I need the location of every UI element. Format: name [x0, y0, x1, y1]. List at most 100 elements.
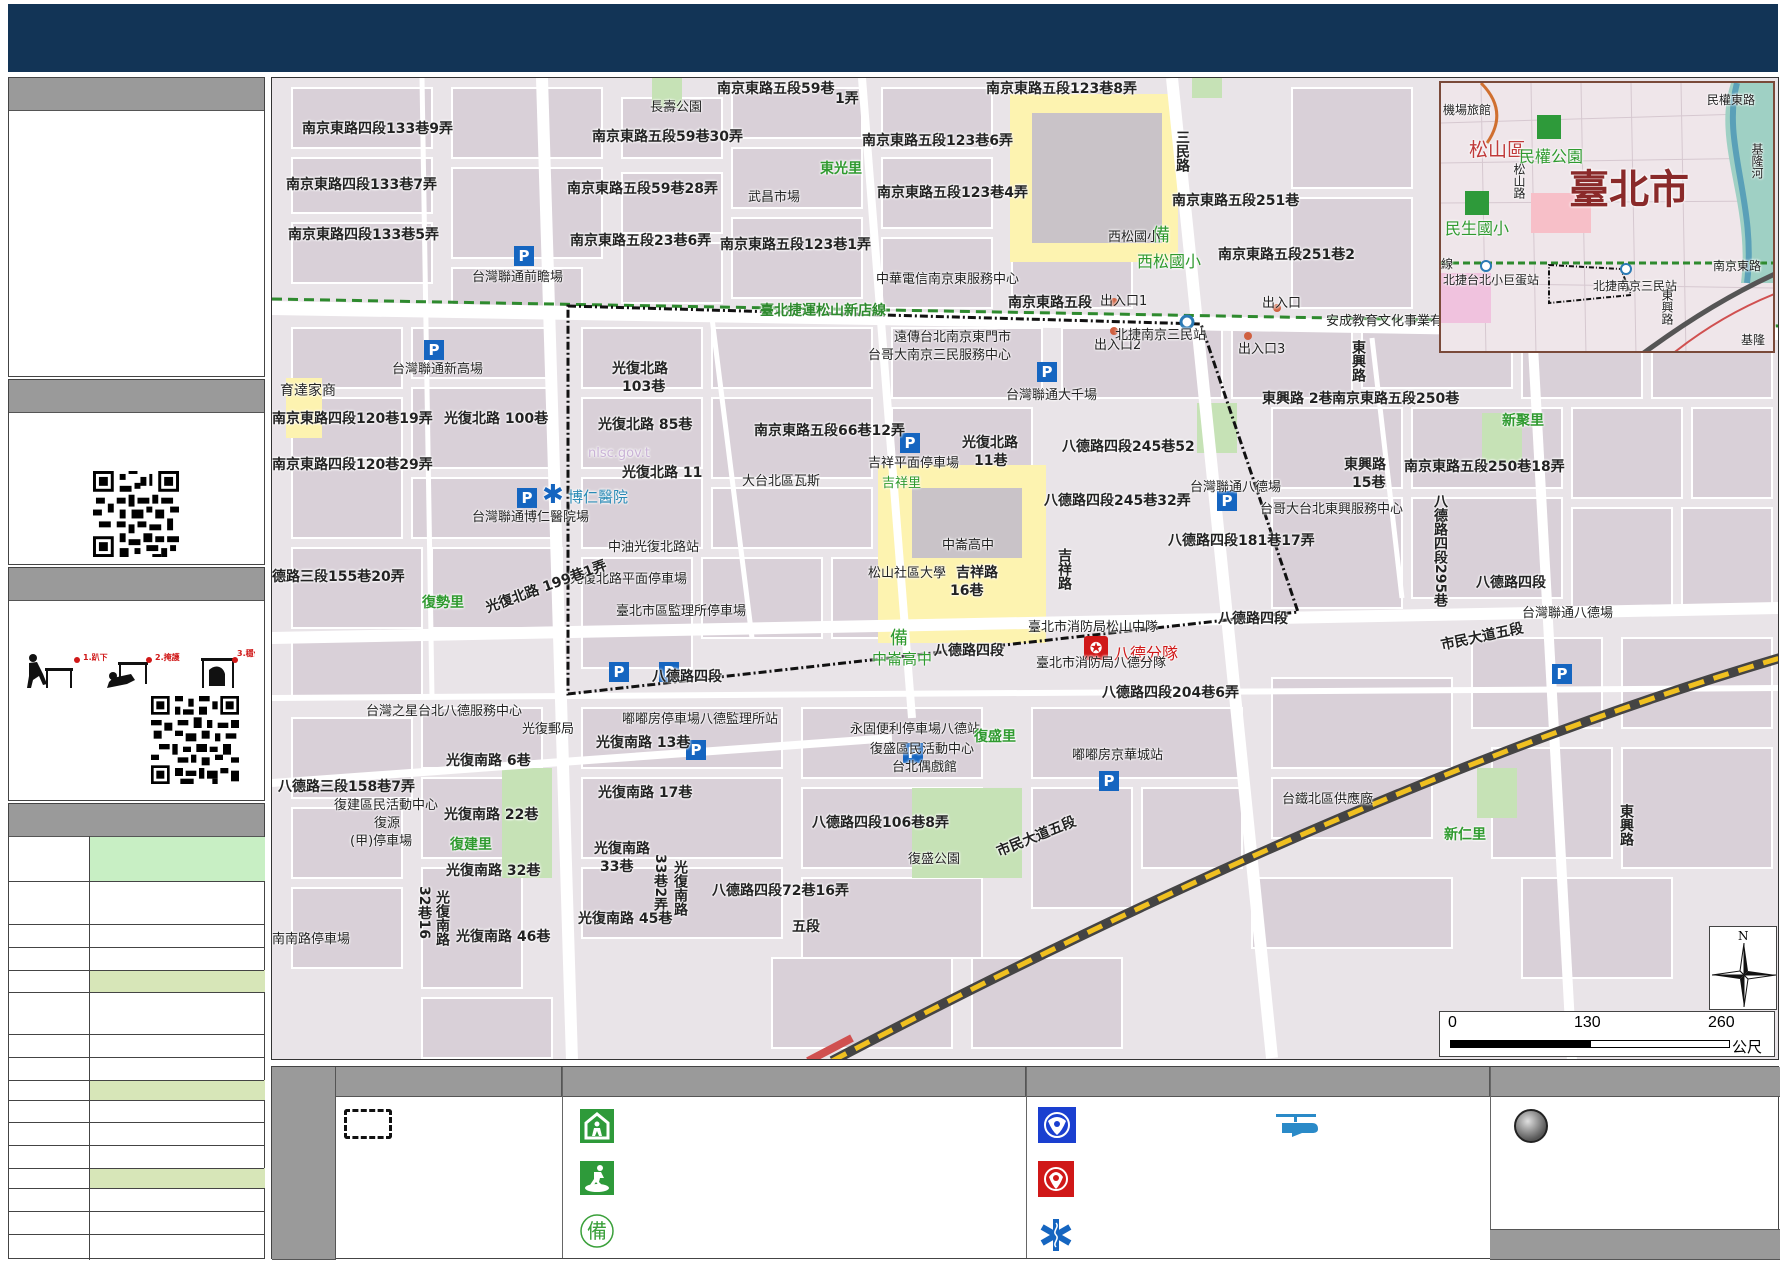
- map-label: 復盛區民活動中心: [870, 742, 975, 757]
- map-label: 長壽公園: [650, 100, 703, 115]
- inset-label: 民權公園: [1519, 147, 1584, 166]
- map-label: 光復北路: [612, 361, 668, 377]
- map-label: 台北偶戲館: [892, 760, 958, 775]
- map-label: 新仁里: [1444, 827, 1486, 843]
- map-label: 三民路: [1174, 130, 1190, 172]
- qr-code-icon[interactable]: [93, 471, 179, 557]
- map-label: 西松國小: [1108, 230, 1161, 245]
- qr-code-2-icon[interactable]: [151, 696, 239, 784]
- table-row: [9, 1145, 264, 1146]
- map-label: 嘟嘟房京華城站: [1072, 748, 1164, 763]
- map-label: 復盛里: [974, 729, 1016, 745]
- info-table-header: [9, 804, 264, 837]
- map-label: 八德路四段181巷17弄: [1168, 533, 1315, 549]
- map-label: 南京東路四段120巷29弄: [272, 457, 433, 473]
- map-canvas[interactable]: P P P P P P P P P P P P ✱ 備 備 ✪ 南京東路五段59…: [271, 77, 1779, 1060]
- inset-map[interactable]: 臺北市 松山區 民權公園 民生國小 機場旅館 民權東路 線 北捷台北小巨蛋站 北…: [1439, 81, 1775, 353]
- qr-panel-header: [9, 380, 264, 413]
- inset-label: 民權東路: [1707, 93, 1756, 107]
- map-label: 台灣聯通八德場: [1522, 606, 1614, 621]
- map-label: 東興路: [1344, 457, 1386, 473]
- map-label: 復盛公園: [908, 852, 961, 867]
- map-label: 光復南路 46巷: [456, 929, 551, 945]
- map-label: 台灣之星台北八德服務中心: [366, 704, 523, 719]
- map-label: 南京東路五段59巷28弄: [567, 181, 718, 197]
- map-label: 吉祥路: [1056, 548, 1072, 590]
- map-label: 東光里: [820, 161, 862, 177]
- map-label: 中崙高中: [942, 538, 995, 553]
- boundary-dashed-box-icon: [344, 1109, 392, 1139]
- map-label: 光復郵局: [522, 722, 575, 737]
- inset-label: 松山路: [1512, 163, 1526, 199]
- backup-shelter-map-icon: 備: [890, 628, 908, 649]
- inset-label: 基隆: [1741, 333, 1766, 347]
- map-label: 遠傳台北南京東門市: [894, 330, 1012, 345]
- map-label: 嘟嘟房停車場八德監理所站: [622, 712, 779, 727]
- map-label: 33巷: [600, 859, 634, 875]
- map-label: 南京東路五段251巷: [1172, 193, 1300, 209]
- table-cell-green: [90, 837, 265, 881]
- map-label: 松山社區大學: [868, 566, 947, 581]
- info-table-panel: [8, 803, 265, 1260]
- map-label: 光復南路 45巷: [578, 911, 673, 927]
- map-label: 南京東路四段133巷7弄: [286, 177, 437, 193]
- table-row: [9, 1080, 264, 1081]
- inset-label: 松山區: [1469, 139, 1527, 161]
- earthquake-panel-header: [9, 568, 264, 601]
- scale-bar: 0 130 260 公尺: [1439, 1011, 1775, 1057]
- map-label: 光復南路: [434, 890, 450, 946]
- north-label: N: [1738, 929, 1749, 943]
- compass-icon: [1712, 943, 1776, 1007]
- map-label: 光復南路 32巷: [446, 863, 541, 879]
- legend-panel: 備: [271, 1066, 1780, 1260]
- map-label: 南京東路五段123巷1弄: [720, 237, 871, 253]
- map-label: 台哥大台北東興服務中心: [1260, 502, 1404, 517]
- table-row: [9, 1211, 264, 1212]
- svg-text:1.趴下: 1.趴下: [83, 653, 108, 662]
- map-label: 新聚里: [1502, 413, 1544, 429]
- map-label: 復源: [374, 816, 401, 831]
- map-label: 南京東路五段250巷: [1332, 391, 1460, 407]
- table-row: [9, 1234, 264, 1235]
- inset-label: 民生國小: [1445, 219, 1510, 238]
- map-label: 光復南路: [672, 860, 688, 916]
- map-label: 南京東路五段123巷6弄: [862, 133, 1013, 149]
- table-row: [9, 947, 264, 948]
- scale-tick-label: 0: [1448, 1014, 1457, 1031]
- map-label: 光復南路 13巷: [596, 735, 691, 751]
- map-label: 光復南路 6巷: [446, 753, 531, 769]
- legend-header-2: [562, 1067, 1026, 1097]
- inset-label: 南京東路: [1713, 259, 1762, 273]
- map-label: 臺北市消防局八德分隊: [1036, 656, 1167, 671]
- info-panel-1: [8, 77, 265, 377]
- map-label: 八德路三段158巷7弄: [278, 779, 415, 795]
- table-row: [9, 1188, 264, 1189]
- parking-icon: P: [609, 662, 629, 682]
- table-cell-olive-3: [90, 1168, 265, 1188]
- map-label: 32巷16: [416, 886, 432, 939]
- map-label: 東興路 2巷: [1262, 391, 1333, 407]
- map-label: 八德路四段106巷8弄: [812, 815, 949, 831]
- legend-header-4: [1490, 1067, 1780, 1097]
- backup-shelter-icon: 備: [580, 1214, 614, 1248]
- police-icon: [1038, 1107, 1076, 1143]
- legend-divider: [562, 1067, 563, 1258]
- map-label: 出入口1: [1100, 294, 1148, 309]
- inset-label: 臺北市: [1569, 167, 1689, 213]
- helicopter-icon: [1276, 1114, 1318, 1137]
- map-label: 南京東路五段250巷18弄: [1404, 459, 1565, 475]
- table-row: [9, 1168, 264, 1169]
- table-cell-olive-2: [90, 1080, 265, 1100]
- map-label: 東興路: [1350, 340, 1366, 382]
- map-label: 台灣聯通新高場: [392, 362, 484, 377]
- header-bar: [8, 4, 1778, 72]
- map-label: 光復北路 85巷: [598, 417, 693, 433]
- legend-header-1: [336, 1067, 562, 1097]
- table-row: [9, 1122, 264, 1123]
- table-row: [9, 992, 264, 993]
- parking-icon: P: [517, 488, 537, 508]
- map-label: 臺北市區監理所停車場: [616, 604, 747, 619]
- inset-label: 線: [1441, 257, 1454, 271]
- map-label: 出入口3: [1238, 342, 1286, 357]
- map-label: 南京東路五段66巷12弄: [754, 423, 905, 439]
